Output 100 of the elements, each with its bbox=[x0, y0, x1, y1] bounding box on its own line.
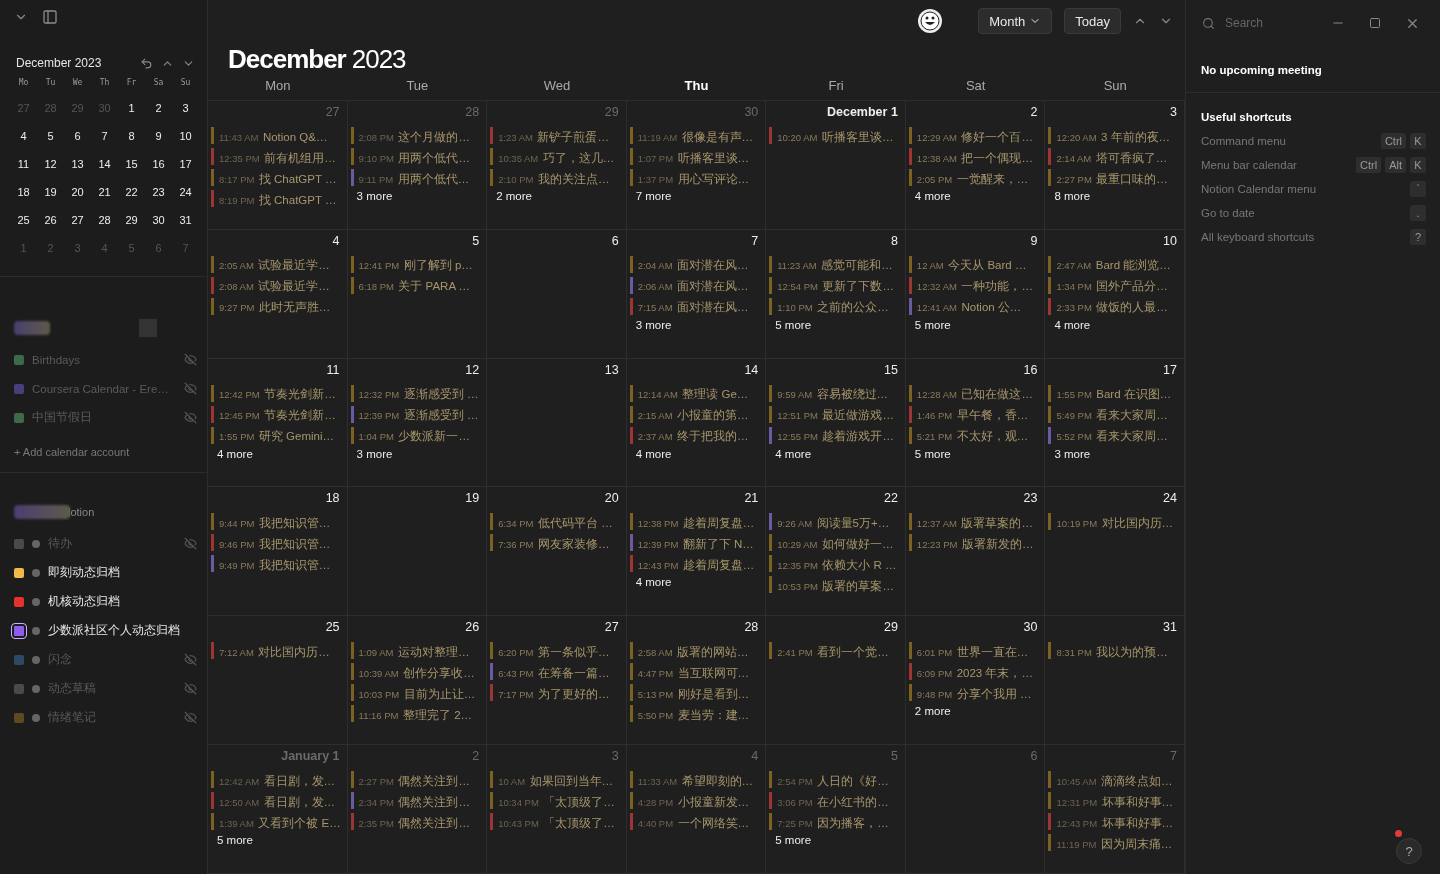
event-label[interactable]: 12:51 PM 最近做游戏… bbox=[777, 405, 894, 424]
event-label[interactable]: 12:43 PM 趁着周复盘… bbox=[637, 555, 755, 573]
event-label[interactable]: 11:19 AM 很像是有声… bbox=[637, 126, 754, 145]
event-label[interactable]: 1:04 PM 少数派新一… bbox=[358, 426, 470, 445]
event-label[interactable]: 6:20 PM 第一条似乎… bbox=[498, 641, 610, 660]
mini-calendar-day[interactable]: 15 bbox=[118, 154, 145, 182]
eye-off-icon[interactable] bbox=[184, 682, 197, 695]
day-cell[interactable]: 28 2:08 PM 这个月做的… 9:10 PM 用两个低代… 9:11 PM 用两个低代… 3 more bbox=[347, 101, 488, 230]
day-cell[interactable]: 29 1:23 AM 新铲子煎蛋… 10:35 AM 巧了，这几… 2:10 PM 我的关注点… 2 more bbox=[487, 101, 627, 230]
eye-off-icon[interactable] bbox=[184, 382, 197, 395]
day-cell[interactable]: 24 10:19 PM 对比国内历… bbox=[1045, 487, 1185, 617]
event-label[interactable]: 12:32 PM 逐渐感受到 … bbox=[358, 384, 479, 403]
day-cell[interactable]: 13 bbox=[487, 358, 627, 488]
event-label[interactable]: 9:10 PM 用两个低代… bbox=[358, 147, 470, 166]
more-events-link[interactable]: 5 more bbox=[908, 445, 1041, 460]
event-label[interactable]: 9:59 AM 容易被绕过… bbox=[777, 384, 889, 403]
event-label[interactable]: 12:32 AM 一种功能，… bbox=[916, 276, 1033, 295]
event-label[interactable]: 2:15 AM 小报童的第… bbox=[637, 405, 749, 424]
day-cell[interactable]: 9 12 AM 今天从 Bard … 12:32 AM 一种功能，… 12:41 AM Notion 公… 5 more bbox=[905, 229, 1046, 359]
more-events-link[interactable]: 4 more bbox=[1048, 316, 1180, 331]
day-cell[interactable]: 4 2:05 AM 试验最近学… 2:08 AM 试验最近学… 9:27 PM 此时无声胜… bbox=[208, 229, 348, 359]
calendar-color-swatch[interactable] bbox=[14, 596, 24, 607]
event-label[interactable]: 2:08 PM 这个月做的… bbox=[358, 126, 470, 145]
event-label[interactable]: 12:54 PM 更新了下数… bbox=[777, 276, 894, 295]
event-label[interactable]: 12:42 PM 节奏光剑新… bbox=[219, 384, 336, 403]
event-label[interactable]: 6:34 PM 低代码平台 … bbox=[498, 513, 613, 531]
day-cell[interactable]: 6 bbox=[905, 745, 1046, 874]
more-events-link[interactable]: 3 more bbox=[629, 316, 762, 331]
event-label[interactable]: 4:40 PM 一个网络笑… bbox=[637, 812, 750, 831]
event-label[interactable]: 7:15 AM 面对潜在风… bbox=[637, 297, 749, 316]
day-cell[interactable]: 27 11:43 AM Notion Q&… 12:35 PM 前有机组用… 8:17 PM 找 ChatGPT … 8:19 PM 找 ChatGPT … bbox=[208, 101, 348, 230]
day-cell[interactable]: 2 12:29 AM 修好一个百… 12:38 AM 把一个偶现… 2:05 PM 一觉醒来，… 4 more bbox=[905, 101, 1046, 230]
mini-calendar-day[interactable]: 21 bbox=[91, 182, 118, 210]
event-label[interactable]: 12:35 PM 依赖大小 R … bbox=[777, 555, 897, 573]
day-cell[interactable]: 17 1:55 PM Bard 在识图… 5:49 PM 看来大家周… 5:52 PM 看来大家周… 3 more bbox=[1045, 358, 1185, 488]
event-label[interactable]: 2:10 PM 我的关注点… bbox=[498, 168, 610, 187]
day-cell[interactable]: 3 12:20 AM 3 年前的夜… 2:14 AM 塔可香疯了… 2:27 PM 最重口味的… 8 more bbox=[1045, 101, 1185, 230]
mini-calendar-day[interactable]: 3 bbox=[172, 98, 199, 126]
event-label[interactable]: 4:28 PM 小报童新发… bbox=[637, 791, 750, 810]
calendar-color-swatch[interactable] bbox=[14, 654, 24, 665]
more-events-link[interactable]: 2 more bbox=[908, 703, 1041, 718]
more-events-link[interactable]: 5 more bbox=[211, 832, 343, 847]
calendar-name[interactable]: 机核动态归档 bbox=[48, 594, 197, 609]
event-label[interactable]: 2:27 PM 最重口味的… bbox=[1056, 168, 1168, 187]
day-cell[interactable]: 25 7:12 AM 对比国内历… bbox=[208, 616, 348, 746]
day-cell[interactable]: 11 12:42 PM 节奏光剑新… 12:45 PM 节奏光剑新… 1:55 PM 研究 Gemini… 4 more bbox=[208, 358, 348, 488]
event-label[interactable]: 2:35 PM 偶然关注到… bbox=[358, 812, 470, 831]
calendar-color-swatch[interactable] bbox=[14, 383, 24, 394]
event-label[interactable]: 11:19 PM 因为周末痛… bbox=[1056, 833, 1173, 852]
calendar-color-swatch[interactable] bbox=[14, 538, 24, 549]
event-label[interactable]: 6:18 PM 关于 PARA … bbox=[358, 276, 471, 295]
event-label[interactable]: 10 AM 如果回到当年… bbox=[498, 770, 614, 789]
event-label[interactable]: 5:13 PM 刚好是看到… bbox=[637, 683, 750, 702]
day-cell[interactable]: 6 bbox=[487, 229, 627, 359]
mini-calendar-day[interactable]: 19 bbox=[37, 182, 64, 210]
calendar-name[interactable]: 少数派社区个人动态归档 bbox=[48, 623, 197, 638]
day-cell[interactable]: December 1 10:20 AM 听播客里谈… bbox=[766, 101, 906, 230]
event-label[interactable]: 1:55 PM 研究 Gemini… bbox=[219, 426, 334, 445]
event-label[interactable]: 9:44 PM 我把知识管… bbox=[219, 513, 331, 531]
more-events-link[interactable]: 4 more bbox=[629, 574, 762, 589]
mini-calendar-day[interactable]: 12 bbox=[37, 154, 64, 182]
event-label[interactable]: 2:33 PM 做饭的人最… bbox=[1056, 297, 1168, 316]
day-cell[interactable]: 30 6:01 PM 世界一直在… 6:09 PM 2023 年末，… 9:48 PM 分享个我用 … 2 more bbox=[905, 616, 1046, 746]
day-cell[interactable]: 14 12:14 AM 整理读 Ge… 2:15 AM 小报童的第… 2:37 AM 终于把我的… 4 more bbox=[626, 358, 767, 488]
event-label[interactable]: 2:58 AM 版署的网站… bbox=[637, 641, 749, 660]
day-cell[interactable]: 23 12:37 AM 版署草案的… 12:23 PM 版署新发的… bbox=[905, 487, 1046, 617]
mini-calendar-day[interactable]: 28 bbox=[91, 210, 118, 238]
day-cell[interactable]: 7 10:45 AM 滴滴终点如… 12:31 PM 坏事和好事… 12:43 PM 坏事和好事… 11:19 PM 因为周末痛… bbox=[1045, 745, 1185, 874]
more-events-link[interactable]: 8 more bbox=[1048, 188, 1180, 202]
day-cell[interactable]: 5 12:41 PM 刚了解到 p… 6:18 PM 关于 PARA … bbox=[347, 229, 488, 359]
event-label[interactable]: 12:38 PM 趁着周复盘… bbox=[637, 513, 755, 531]
event-label[interactable]: 10:29 AM 如何做好一… bbox=[777, 534, 894, 552]
event-label[interactable]: 7:12 AM 对比国内历… bbox=[219, 641, 330, 660]
day-cell[interactable]: 26 1:09 AM 运动对整理… 10:39 AM 创作分享收… 10:03 PM 目前为止让… 11:16 PM 整理完了 2… bbox=[347, 616, 488, 746]
mini-calendar-day[interactable]: 8 bbox=[118, 126, 145, 154]
event-label[interactable]: 12:28 AM 已知在做这… bbox=[916, 384, 1033, 403]
event-label[interactable]: 3:06 PM 在小红书的… bbox=[777, 791, 889, 810]
event-label[interactable]: 9:46 PM 我把知识管… bbox=[219, 534, 331, 552]
day-cell[interactable]: 30 11:19 AM 很像是有声… 1:07 PM 听播客里谈… 1:37 PM 用心写评论… 7 more bbox=[626, 101, 767, 230]
event-label[interactable]: 12:39 PM 逐渐感受到 … bbox=[358, 405, 479, 424]
calendar-color-swatch[interactable] bbox=[14, 683, 24, 694]
search-field[interactable]: Search bbox=[1223, 15, 1315, 31]
day-cell[interactable]: 29 2:41 PM 看到一个觉… bbox=[766, 616, 906, 746]
mini-calendar-day[interactable]: 27 bbox=[64, 210, 91, 238]
add-calendar-account-link[interactable]: + Add calendar account bbox=[14, 446, 197, 458]
event-label[interactable]: 2:27 PM 偶然关注到… bbox=[358, 770, 470, 789]
event-label[interactable]: 2:37 AM 终于把我的… bbox=[637, 426, 749, 445]
event-label[interactable]: 9:11 PM 用两个低代… bbox=[358, 168, 470, 187]
eye-off-icon[interactable] bbox=[184, 353, 197, 366]
mini-calendar-day[interactable]: 14 bbox=[91, 154, 118, 182]
day-cell[interactable]: 31 8:31 PM 我以为的预… bbox=[1045, 616, 1185, 746]
day-cell[interactable]: 16 12:28 AM 已知在做这… 1:46 PM 早午餐，香… 5:21 PM 不太好，观… 5 more bbox=[905, 358, 1046, 488]
event-label[interactable]: 11:16 PM 整理完了 2… bbox=[358, 704, 473, 723]
event-label[interactable]: 9:49 PM 我把知识管… bbox=[219, 555, 331, 573]
mini-calendar-day[interactable]: 20 bbox=[64, 182, 91, 210]
mini-calendar-day[interactable]: 22 bbox=[118, 182, 145, 210]
more-events-link[interactable]: 5 more bbox=[908, 316, 1041, 331]
event-label[interactable]: 9:26 AM 阅读量5万+… bbox=[777, 513, 890, 531]
event-label[interactable]: 1:46 PM 早午餐，香… bbox=[916, 405, 1029, 424]
event-label[interactable]: 1:39 AM 又看到个被 E… bbox=[219, 812, 341, 831]
